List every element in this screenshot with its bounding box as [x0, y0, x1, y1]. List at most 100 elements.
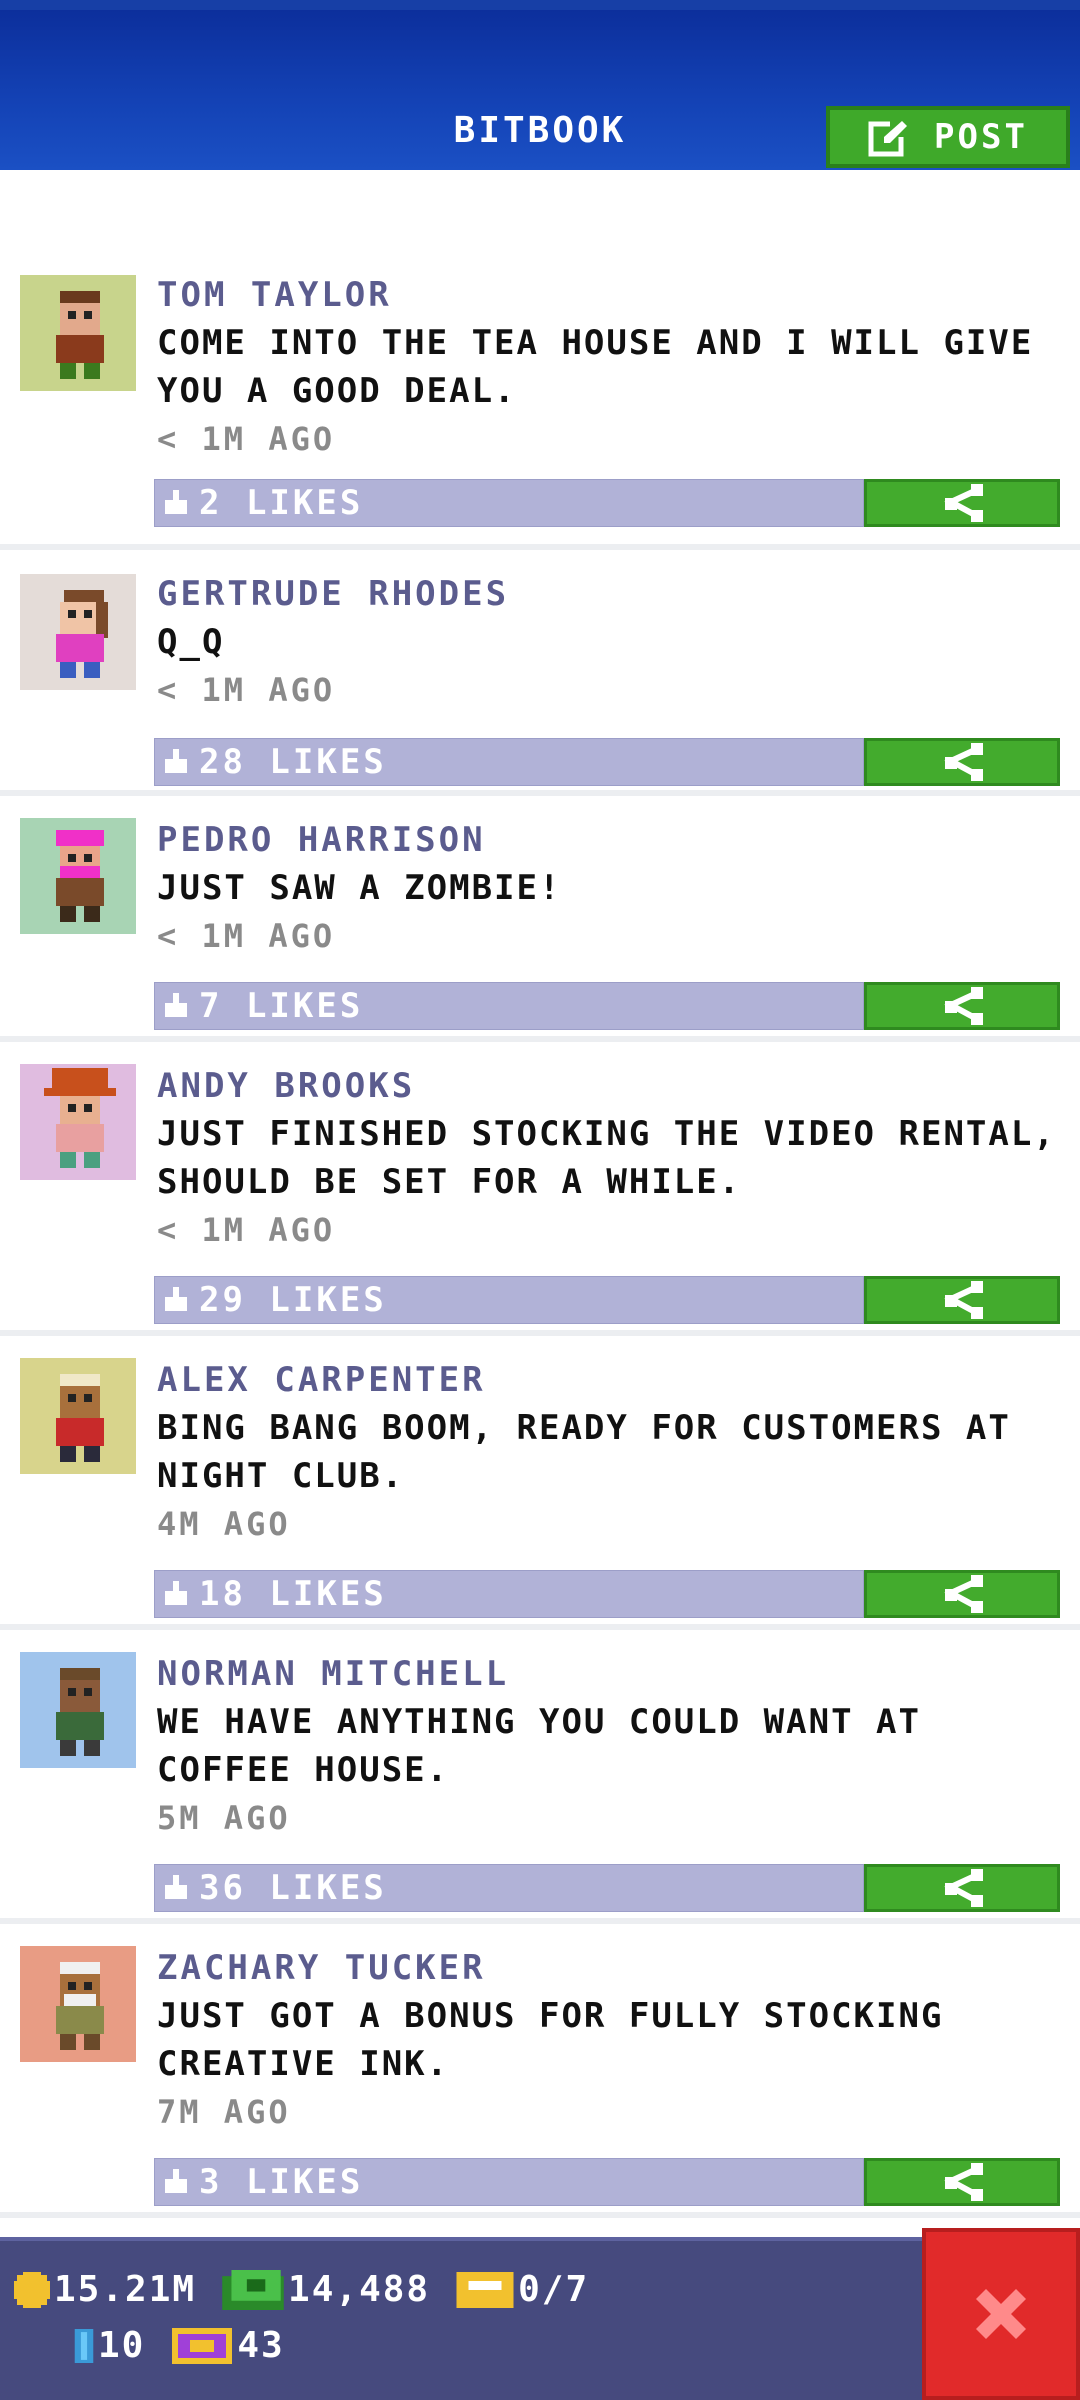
thumbs-up-icon	[165, 993, 187, 1017]
cash-value: 14,488	[288, 2269, 431, 2310]
share-button[interactable]	[864, 2158, 1060, 2206]
post-time: < 1M AGO	[157, 671, 336, 709]
avatar[interactable]	[20, 1358, 136, 1474]
post-author[interactable]: ALEX CARPENTER	[157, 1356, 1070, 1404]
share-button[interactable]	[864, 1570, 1060, 1618]
avatar[interactable]	[20, 818, 136, 934]
status-bar: 15.21M 14,488 0/7 10 43	[0, 2237, 1080, 2400]
bux-stat: 43	[171, 2325, 284, 2366]
share-icon	[944, 2163, 983, 2201]
bux-value: 43	[237, 2325, 285, 2366]
post-actions: 18 LIKES	[154, 1570, 1060, 1620]
post-actions: 7 LIKES	[154, 982, 1060, 1032]
post-time: < 1M AGO	[157, 1211, 336, 1249]
avatar[interactable]	[20, 275, 136, 391]
like-button[interactable]: 2 LIKES	[154, 479, 864, 527]
avatar-image	[20, 275, 136, 391]
likes-count: 18 LIKES	[199, 1574, 387, 1614]
avatar-image	[20, 1358, 136, 1474]
post-actions: 29 LIKES	[154, 1276, 1060, 1326]
post-message: JUST GOT A BONUS FOR FULLY STOCKING CREA…	[157, 1996, 944, 2084]
likes-count: 2 LIKES	[199, 483, 364, 523]
coin-icon	[14, 2271, 50, 2308]
list-item: NORMAN MITCHELL WE HAVE ANYTHING YOU COU…	[0, 1630, 1080, 1924]
post-message: JUST FINISHED STOCKING THE VIDEO RENTAL,…	[157, 1114, 1056, 1202]
post-author[interactable]: ANDY BROOKS	[157, 1062, 1070, 1110]
like-button[interactable]: 7 LIKES	[154, 982, 864, 1030]
close-button[interactable]	[922, 2228, 1080, 2400]
avatar[interactable]	[20, 574, 136, 690]
like-button[interactable]: 29 LIKES	[154, 1276, 864, 1324]
post-time: < 1M AGO	[157, 420, 336, 458]
share-icon	[944, 743, 983, 781]
app-header: BITBOOK POST	[0, 0, 1080, 170]
like-button[interactable]: 3 LIKES	[154, 2158, 864, 2206]
post-time: < 1M AGO	[157, 917, 336, 955]
likes-count: 3 LIKES	[199, 2162, 364, 2202]
list-item: ALEX CARPENTER BING BANG BOOM, READY FOR…	[0, 1336, 1080, 1630]
share-icon	[944, 1869, 983, 1907]
likes-count: 36 LIKES	[199, 1868, 387, 1908]
ticket-icon	[456, 2271, 514, 2308]
avatar[interactable]	[20, 1946, 136, 2062]
post-time: 7M AGO	[157, 2093, 291, 2131]
post-author[interactable]: ZACHARY TUCKER	[157, 1944, 1070, 1992]
like-button[interactable]: 18 LIKES	[154, 1570, 864, 1618]
coins-value: 15.21M	[54, 2269, 197, 2310]
bux-icon	[172, 2327, 233, 2364]
thumbs-up-icon	[165, 2169, 187, 2193]
post-author[interactable]: TOM TAYLOR	[157, 271, 1070, 319]
post-author[interactable]: GERTRUDE RHODES	[157, 570, 1070, 618]
avatar-image	[20, 1652, 136, 1768]
currency-row: 15.21M 14,488 0/7	[14, 2269, 615, 2310]
post-button-label: POST	[934, 117, 1028, 157]
list-item: PEDRO HARRISON JUST SAW A ZOMBIE! < 1M A…	[0, 796, 1080, 1042]
post-time: 5M AGO	[157, 1799, 291, 1837]
avatar[interactable]	[20, 1652, 136, 1768]
elevator-icon	[74, 2328, 94, 2363]
post-message: WE HAVE ANYTHING YOU COULD WANT AT COFFE…	[157, 1702, 921, 1790]
edit-icon	[868, 118, 910, 157]
share-button[interactable]	[864, 982, 1060, 1030]
list-item: GERTRUDE RHODES Q_Q < 1M AGO 28 LIKES	[0, 550, 1080, 796]
share-button[interactable]	[864, 479, 1060, 527]
likes-count: 29 LIKES	[199, 1280, 387, 1320]
thumbs-up-icon	[165, 1287, 187, 1311]
post-time: 4M AGO	[157, 1505, 291, 1543]
post-actions: 28 LIKES	[154, 738, 1060, 788]
like-button[interactable]: 28 LIKES	[154, 738, 864, 786]
share-icon	[944, 1281, 983, 1319]
thumbs-up-icon	[165, 490, 187, 514]
post-author[interactable]: NORMAN MITCHELL	[157, 1650, 1070, 1698]
post-actions: 36 LIKES	[154, 1864, 1060, 1914]
share-button[interactable]	[864, 738, 1060, 786]
likes-count: 7 LIKES	[199, 986, 364, 1026]
like-button[interactable]: 36 LIKES	[154, 1864, 864, 1912]
thumbs-up-icon	[165, 1581, 187, 1605]
share-icon	[944, 987, 983, 1025]
share-button[interactable]	[864, 1864, 1060, 1912]
thumbs-up-icon	[165, 749, 187, 773]
list-item: ZACHARY TUCKER JUST GOT A BONUS FOR FULL…	[0, 1924, 1080, 2218]
tickets-stat: 0/7	[456, 2269, 589, 2310]
post-message: COME INTO THE TEA HOUSE AND I WILL GIVE …	[157, 323, 1034, 411]
list-item: ANDY BROOKS JUST FINISHED STOCKING THE V…	[0, 1042, 1080, 1336]
post-message: BING BANG BOOM, READY FOR CUSTOMERS AT N…	[157, 1408, 1011, 1496]
cash-stat: 14,488	[222, 2269, 430, 2310]
post-message: Q_Q	[157, 622, 225, 662]
avatar-image	[20, 1064, 136, 1180]
coins-stat: 15.21M	[14, 2269, 196, 2310]
share-button[interactable]	[864, 1276, 1060, 1324]
avatar[interactable]	[20, 1064, 136, 1180]
avatar-image	[20, 818, 136, 934]
thumbs-up-icon	[165, 1875, 187, 1899]
share-icon	[944, 484, 983, 522]
tickets-value: 0/7	[518, 2269, 590, 2310]
close-icon	[976, 2289, 1026, 2339]
elevator-stat: 10	[74, 2325, 145, 2366]
cash-icon	[222, 2269, 284, 2310]
feed-list[interactable]: TOM TAYLOR COME INTO THE TEA HOUSE AND I…	[0, 265, 1080, 2218]
post-author[interactable]: PEDRO HARRISON	[157, 816, 1070, 864]
elevator-value: 10	[98, 2325, 146, 2366]
post-button[interactable]: POST	[826, 106, 1070, 168]
